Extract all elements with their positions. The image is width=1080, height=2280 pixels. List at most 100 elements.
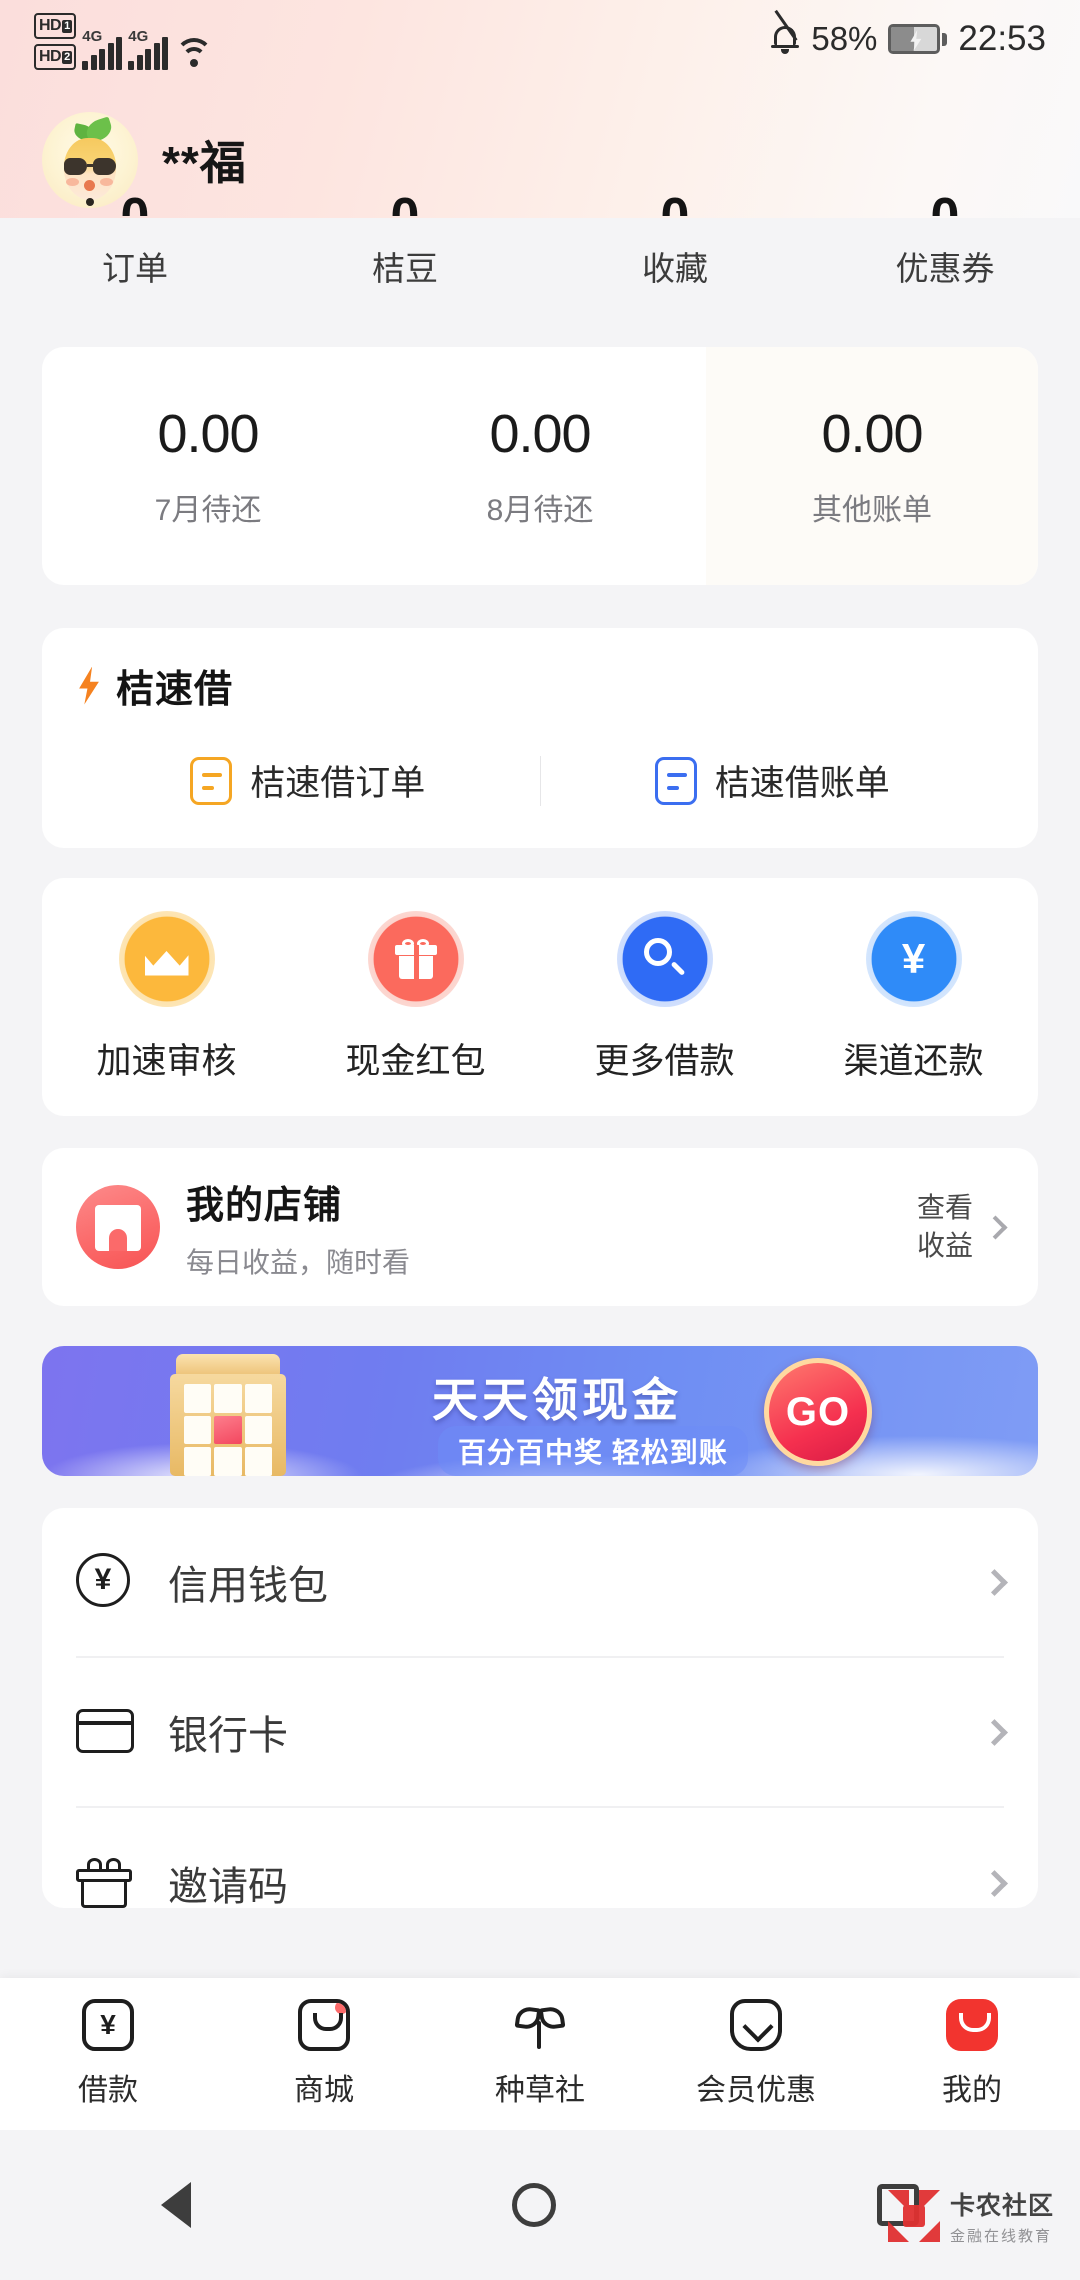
my-shop-card[interactable]: 我的店铺 每日收益，随时看 查看 收益 xyxy=(42,1148,1038,1306)
watermark-logo-icon xyxy=(887,2190,940,2242)
signal-sim2: 4G xyxy=(128,26,169,70)
prize-machine-illustration xyxy=(170,1354,286,1476)
hd2-icon: HD 2 xyxy=(34,44,77,70)
menu-item-bank-card[interactable]: 银行卡 xyxy=(76,1658,1008,1808)
action-speed-review[interactable]: 加速审核 xyxy=(42,910,291,1084)
watermark-subtitle: 金融在线教育 xyxy=(949,2228,1052,2245)
tab-label: 借款 xyxy=(78,2074,138,2107)
chevron-right-icon xyxy=(981,1568,1008,1596)
stat-value: 0 xyxy=(931,190,960,216)
bill-label: 8月待还 xyxy=(486,494,594,527)
bill-august[interactable]: 0.00 8月待还 xyxy=(374,347,706,585)
battery-percent: 58% xyxy=(811,20,878,57)
sprout-icon xyxy=(514,1999,566,2051)
bill-label: 7月待还 xyxy=(154,494,262,527)
home-icon[interactable] xyxy=(511,2183,556,2227)
profile-header: HD 1 HD 2 4G 4G 58% 22:53 **福 xyxy=(0,0,1080,218)
stat-coupons[interactable]: 0 优惠券 xyxy=(810,190,1080,342)
sim1-network-label: 4G xyxy=(82,28,103,45)
action-more-loans[interactable]: 更多借款 xyxy=(540,910,789,1084)
bill-doc-icon xyxy=(654,756,697,805)
bill-label: 其他账单 xyxy=(812,494,932,527)
stat-label: 桔豆 xyxy=(372,250,438,287)
menu-item-credit-wallet[interactable]: ¥ 信用钱包 xyxy=(76,1508,1008,1658)
tab-mine[interactable]: 我的 xyxy=(864,1999,1080,2109)
yen-icon: ¥ xyxy=(865,910,962,1007)
app-screen: HD 1 HD 2 4G 4G 58% 22:53 **福 订单 桔豆 收藏 优… xyxy=(0,0,1080,2280)
bill-amount: 0.00 xyxy=(821,404,923,464)
bill-other[interactable]: 0.00 其他账单 xyxy=(706,347,1038,585)
chevron-right-icon xyxy=(981,1869,1008,1897)
notifications-muted-icon xyxy=(770,9,800,55)
tab-loan[interactable]: ¥ 借款 xyxy=(0,1999,216,2109)
signal-sim1: 4G xyxy=(82,26,123,70)
stat-favorites[interactable]: 0 收藏 xyxy=(540,190,810,342)
tab-member-benefits[interactable]: 会员优惠 xyxy=(648,1999,864,2109)
order-doc-icon xyxy=(190,756,233,805)
banner-go-button[interactable]: GO xyxy=(764,1358,872,1466)
member-icon xyxy=(730,1999,782,2051)
status-bar-right: 58% 22:53 xyxy=(770,9,1046,59)
quick-loan-actions: 桔速借订单 桔速借账单 xyxy=(76,755,1004,806)
back-icon[interactable] xyxy=(160,2182,191,2228)
loan-icon: ¥ xyxy=(82,1999,134,2051)
action-cash-redpacket[interactable]: 现金红包 xyxy=(291,910,540,1084)
battery-icon xyxy=(888,24,948,54)
banner-subtitle: 百分百中奖 轻松到账 xyxy=(438,1426,748,1476)
stat-label: 收藏 xyxy=(642,250,708,287)
shop-subtitle: 每日收益，随时看 xyxy=(186,1246,411,1278)
stat-value: 0 xyxy=(391,190,420,216)
status-bar: HD 1 HD 2 4G 4G 58% 22:53 xyxy=(0,0,1080,78)
quick-loan-orders[interactable]: 桔速借订单 xyxy=(76,755,540,806)
tab-label: 种草社 xyxy=(495,2074,585,2107)
bottom-tab-bar: ¥ 借款 商城 种草社 会员优惠 我的 xyxy=(0,1978,1080,2130)
mine-icon xyxy=(946,1999,998,2051)
quick-loan-card: 桔速借 桔速借订单 桔速借账单 xyxy=(42,628,1038,848)
stat-beans[interactable]: 0 桔豆 xyxy=(270,190,540,342)
tab-mall[interactable]: 商城 xyxy=(216,1999,432,2109)
bank-card-icon xyxy=(76,1703,134,1761)
stat-value: 0 xyxy=(661,190,690,216)
menu-item-label: 信用钱包 xyxy=(168,1564,328,1608)
banner-title: 天天领现金 xyxy=(432,1374,682,1426)
bill-july[interactable]: 0.00 7月待还 xyxy=(42,347,374,585)
bill-amount: 0.00 xyxy=(157,404,259,464)
wifi-icon xyxy=(174,36,214,70)
shop-title: 我的店铺 xyxy=(186,1184,343,1227)
tab-label: 会员优惠 xyxy=(696,2074,816,2107)
menu-list: ¥ 信用钱包 银行卡 邀请码 xyxy=(42,1508,1038,1908)
hd2-number: 2 xyxy=(62,50,73,64)
menu-item-label: 邀请码 xyxy=(168,1865,288,1908)
stat-value: 0 xyxy=(121,190,150,216)
quick-loan-header: 桔速借 xyxy=(76,658,1004,713)
quick-loan-item-label: 桔速借订单 xyxy=(250,764,426,803)
quick-loan-item-label: 桔速借账单 xyxy=(714,764,890,803)
sim2-network-label: 4G xyxy=(128,28,149,45)
action-label: 更多借款 xyxy=(594,1041,735,1081)
lightning-icon xyxy=(79,666,99,705)
shop-text: 我的店铺 每日收益，随时看 xyxy=(186,1174,917,1281)
action-label: 现金红包 xyxy=(345,1041,486,1081)
yen-glyph: ¥ xyxy=(901,934,926,982)
tab-community[interactable]: 种草社 xyxy=(432,1999,648,2109)
hd2-text: HD xyxy=(39,48,62,65)
quick-loan-bills[interactable]: 桔速借账单 xyxy=(541,755,1005,806)
stat-label: 优惠券 xyxy=(895,250,995,287)
quick-actions-grid: 加速审核 现金红包 更多借款 ¥ 渠道还款 xyxy=(42,878,1038,1116)
stat-orders[interactable]: 0 订单 xyxy=(0,190,270,342)
bills-card: 0.00 7月待还 0.00 8月待还 0.00 其他账单 xyxy=(42,347,1038,585)
hd1-number: 1 xyxy=(62,19,73,33)
bill-amount: 0.00 xyxy=(489,404,591,464)
action-channel-repay[interactable]: ¥ 渠道还款 xyxy=(789,910,1038,1084)
mall-icon xyxy=(298,1999,350,2051)
stats-row: 0 订单 0 桔豆 0 收藏 0 优惠券 xyxy=(0,190,1080,342)
view-earnings-button[interactable]: 查看 收益 xyxy=(917,1189,1008,1265)
wallet-yen-icon: ¥ xyxy=(76,1553,134,1611)
wallet-yen-glyph: ¥ xyxy=(94,1563,112,1596)
menu-item-label: 银行卡 xyxy=(168,1714,288,1758)
menu-item-invite-code[interactable]: 邀请码 xyxy=(76,1808,1008,1908)
promo-banner[interactable]: 天天领现金 百分百中奖 轻松到账 GO xyxy=(42,1346,1038,1476)
store-icon xyxy=(76,1185,160,1269)
chevron-right-icon xyxy=(981,1718,1008,1746)
action-label: 加速审核 xyxy=(96,1041,237,1081)
